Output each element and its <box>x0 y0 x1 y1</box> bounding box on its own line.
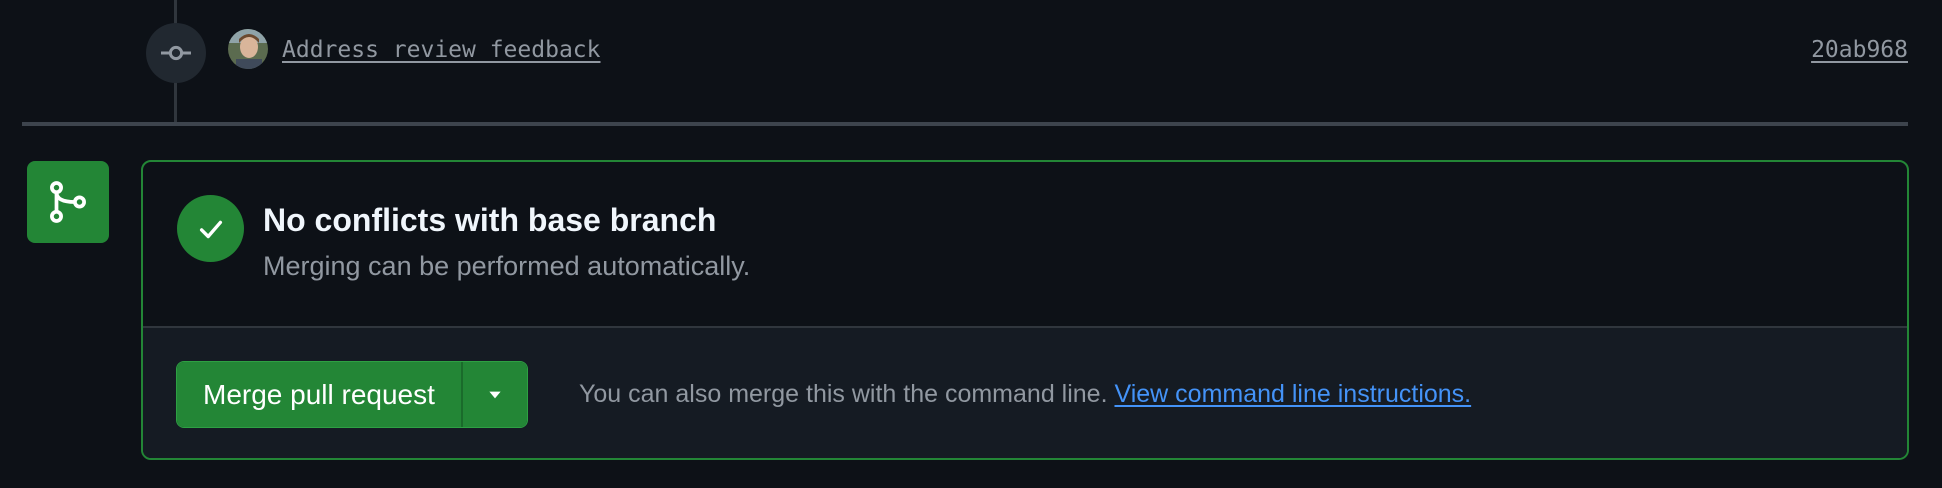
merge-hint-text: You can also merge this with the command… <box>579 380 1108 408</box>
merge-action-section: Merge pull request You can also merge th… <box>143 326 1907 458</box>
merge-status-title: No conflicts with base branch <box>263 202 717 238</box>
timeline-divider <box>22 122 1908 126</box>
commit-sha-link[interactable]: 20ab968 <box>1811 37 1908 63</box>
merge-status-section: No conflicts with base branch Merging ca… <box>143 162 1907 326</box>
merge-box: No conflicts with base branch Merging ca… <box>141 160 1909 460</box>
commit-message-link[interactable]: Address review feedback <box>282 37 601 63</box>
commit-author-avatar[interactable] <box>228 29 268 69</box>
git-merge-icon <box>27 161 109 243</box>
merge-button-group: Merge pull request <box>176 361 528 428</box>
merge-pull-request-button[interactable]: Merge pull request <box>177 362 461 427</box>
merge-status-subtitle: Merging can be performed automatically. <box>263 251 751 281</box>
check-icon <box>177 195 244 262</box>
merge-method-dropdown-button[interactable] <box>460 362 527 427</box>
triangle-down-icon <box>489 391 501 398</box>
command-line-instructions-link[interactable]: View command line instructions. <box>1114 380 1471 408</box>
git-commit-icon <box>146 23 206 83</box>
pull-request-timeline: Address review feedback 20ab968 No confl… <box>0 0 1942 488</box>
merge-hint: You can also merge this with the command… <box>579 380 1471 409</box>
